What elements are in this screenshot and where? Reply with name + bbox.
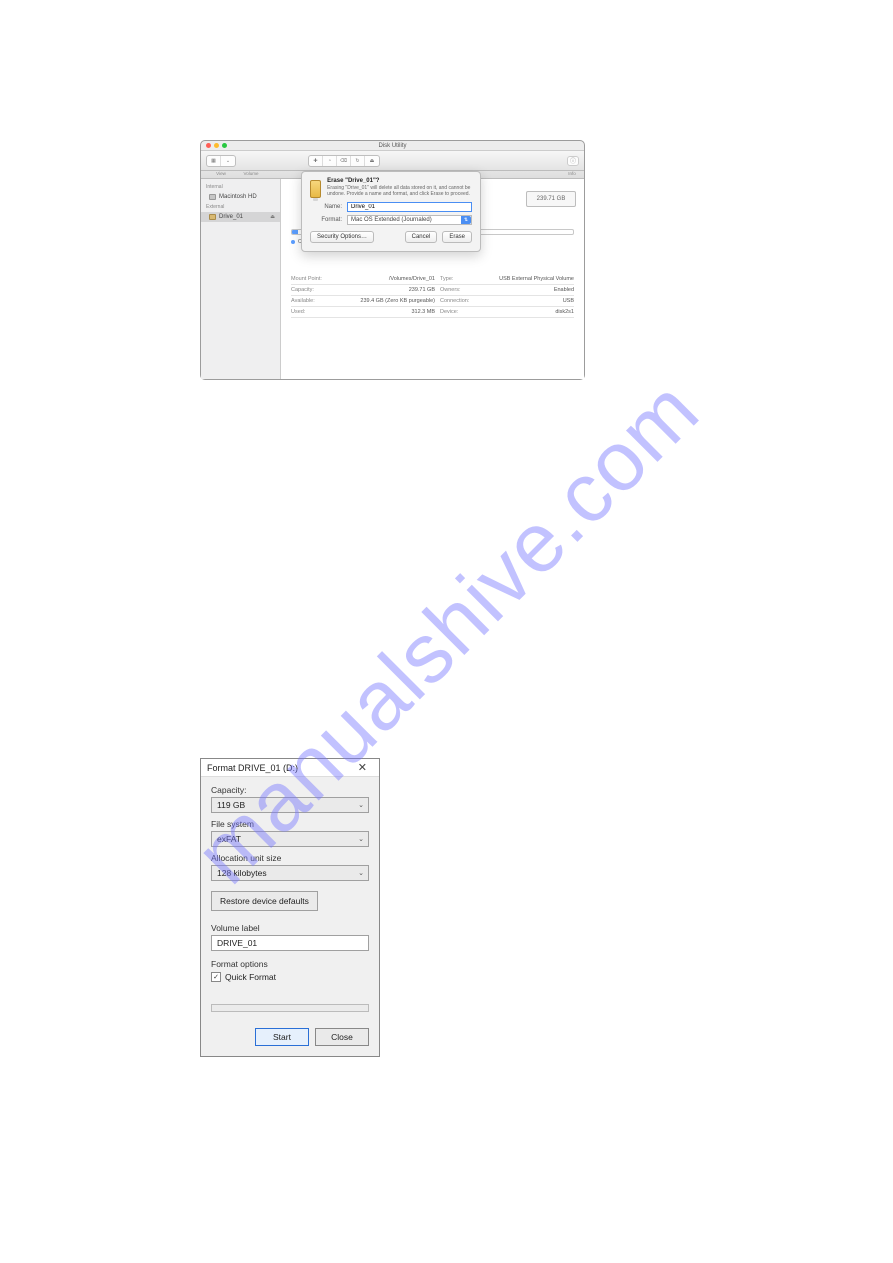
mac-titlebar: Disk Utility	[201, 141, 584, 151]
format-select[interactable]: Mac OS Extended (Journaled) ⇅	[347, 215, 472, 225]
volume-label-input[interactable]: DRIVE_01	[211, 935, 369, 951]
name-input[interactable]	[347, 202, 472, 212]
used-label: Used:	[291, 309, 351, 315]
chevron-updown-icon: ⇅	[461, 216, 471, 224]
win-dialog-title: Format DRIVE_01 (D:)	[207, 763, 298, 773]
mount-point-value: /Volumes/Drive_01	[351, 276, 440, 282]
sidebar-item-drive01[interactable]: Drive_01 ⏏	[201, 212, 280, 222]
restore-button[interactable]: ↻	[351, 156, 365, 166]
volume-label-value: DRIVE_01	[217, 938, 257, 948]
volume-label-label: Volume label	[211, 923, 369, 933]
toolbar-label-volume: Volume	[236, 171, 266, 176]
action-segment: ✚ ◔ ⌫ ↻ ⏏	[308, 155, 380, 167]
partition-button[interactable]: ◔	[323, 156, 337, 166]
owners-label: Owners:	[440, 287, 490, 293]
used-value: 312.3 MB	[351, 309, 440, 315]
sidebar-item-label: Macintosh HD	[219, 194, 257, 200]
info-button[interactable]: ⓘ	[567, 156, 579, 166]
allocation-dropdown[interactable]: 128 kilobytes ⌄	[211, 865, 369, 881]
connection-label: Connection:	[440, 298, 490, 304]
sheet-title: Erase "Drive_01"?	[327, 178, 472, 184]
chevron-down-icon: ⌄	[358, 801, 364, 809]
sidebar-item-label: Drive_01	[219, 214, 243, 220]
format-progress-bar	[211, 1004, 369, 1012]
volume-info-table: Mount Point: /Volumes/Drive_01 Type: USB…	[291, 274, 574, 318]
allocation-dropdown-value: 128 kilobytes	[217, 868, 267, 878]
close-icon[interactable]: ✕	[352, 761, 373, 774]
view-segment[interactable]: ▦ ⌄	[206, 155, 236, 167]
format-label: Format:	[310, 217, 342, 223]
erase-confirm-button[interactable]: Erase	[442, 231, 472, 243]
view-icon[interactable]: ▦	[207, 156, 221, 166]
unmount-button[interactable]: ⏏	[365, 156, 379, 166]
available-label: Available:	[291, 298, 351, 304]
device-label: Device:	[440, 309, 490, 315]
capacity-dropdown-value: 119 GB	[217, 800, 245, 810]
quick-format-checkbox[interactable]: ✓	[211, 972, 221, 982]
type-label: Type:	[440, 276, 490, 282]
filesystem-dropdown[interactable]: exFAT ⌄	[211, 831, 369, 847]
sheet-description: Erasing "Drive_01" will delete all data …	[327, 185, 472, 197]
capacity-dropdown[interactable]: 119 GB ⌄	[211, 797, 369, 813]
sidebar-external-header: External	[201, 202, 280, 212]
format-select-value: Mac OS Extended (Journaled)	[351, 217, 432, 223]
windows-format-dialog: Format DRIVE_01 (D:) ✕ Capacity: 119 GB …	[200, 758, 380, 1057]
start-button[interactable]: Start	[255, 1028, 309, 1046]
capacity-label: Capacity:	[291, 287, 351, 293]
external-disk-icon	[209, 214, 216, 220]
disk-utility-window: Disk Utility ▦ ⌄ ✚ ◔ ⌫ ↻ ⏏ ⓘ View Volume…	[200, 140, 585, 380]
security-options-button[interactable]: Security Options…	[310, 231, 374, 243]
quick-format-label: Quick Format	[225, 972, 276, 982]
win-titlebar: Format DRIVE_01 (D:) ✕	[201, 759, 379, 777]
chevron-down-icon: ⌄	[358, 835, 364, 843]
available-value: 239.4 GB (Zero KB purgeable)	[351, 298, 440, 304]
format-options-label: Format options	[211, 959, 369, 969]
capacity-label: Capacity:	[211, 785, 369, 795]
first-aid-button[interactable]: ✚	[309, 156, 323, 166]
drive-icon	[310, 180, 321, 198]
erase-sheet-dialog: Erase "Drive_01"? Erasing "Drive_01" wil…	[301, 171, 481, 252]
mac-toolbar: ▦ ⌄ ✚ ◔ ⌫ ↻ ⏏ ⓘ	[201, 151, 584, 171]
sidebar-internal-header: Internal	[201, 182, 280, 192]
eject-icon[interactable]: ⏏	[270, 214, 275, 220]
sidebar-item-macintosh-hd[interactable]: Macintosh HD	[201, 192, 280, 202]
toolbar-label-info: Info	[565, 171, 579, 176]
close-button[interactable]: Close	[315, 1028, 369, 1046]
filesystem-label: File system	[211, 819, 369, 829]
window-title: Disk Utility	[201, 143, 584, 149]
type-value: USB External Physical Volume	[490, 276, 574, 282]
owners-value: Enabled	[490, 287, 574, 293]
name-label: Name:	[310, 204, 342, 210]
erase-button[interactable]: ⌫	[337, 156, 351, 166]
capacity-badge: 239.71 GB	[526, 191, 576, 207]
allocation-label: Allocation unit size	[211, 853, 369, 863]
filesystem-dropdown-value: exFAT	[217, 834, 241, 844]
capacity-value: 239.71 GB	[351, 287, 440, 293]
connection-value: USB	[490, 298, 574, 304]
chevron-down-icon: ⌄	[358, 869, 364, 877]
toolbar-label-view: View	[206, 171, 236, 176]
cancel-button[interactable]: Cancel	[405, 231, 438, 243]
sidebar: Internal Macintosh HD External Drive_01 …	[201, 179, 281, 379]
device-value: disk2s1	[490, 309, 574, 315]
view-dropdown-icon[interactable]: ⌄	[221, 156, 235, 166]
internal-disk-icon	[209, 194, 216, 200]
restore-defaults-button[interactable]: Restore device defaults	[211, 891, 318, 911]
mount-point-label: Mount Point:	[291, 276, 351, 282]
